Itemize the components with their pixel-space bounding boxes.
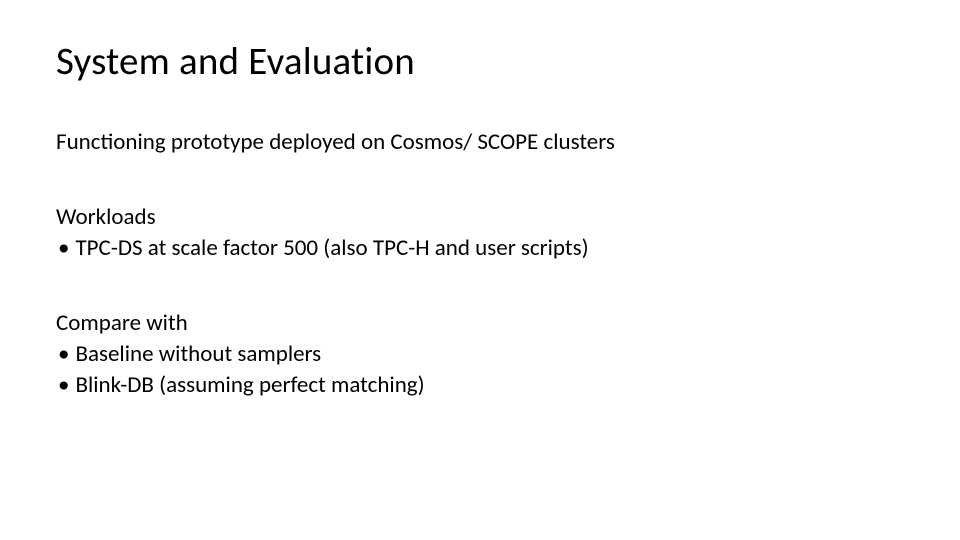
bullet-icon: • [58,339,69,370]
intro-text: Functioning prototype deployed on Cosmos… [56,127,904,158]
slide-title: System and Evaluation [56,38,904,85]
slide-container: System and Evaluation Functioning protot… [0,0,960,540]
workloads-block: Workloads • TPC-DS at scale factor 500 (… [56,202,904,264]
compare-heading: Compare with [56,308,904,339]
workloads-bullet: • TPC-DS at scale factor 500 (also TPC-H… [56,233,904,264]
workloads-heading: Workloads [56,202,904,233]
compare-bullet-1: • Baseline without samplers [56,339,904,370]
compare-item-1: Baseline without samplers [75,339,321,370]
bullet-icon: • [58,370,69,401]
compare-item-2: Blink-DB (assuming perfect matching) [75,370,424,401]
compare-block: Compare with • Baseline without samplers… [56,308,904,401]
compare-bullet-2: • Blink-DB (assuming perfect matching) [56,370,904,401]
intro-block: Functioning prototype deployed on Cosmos… [56,127,904,158]
workloads-item-1: TPC-DS at scale factor 500 (also TPC-H a… [75,233,588,264]
bullet-icon: • [58,233,69,264]
